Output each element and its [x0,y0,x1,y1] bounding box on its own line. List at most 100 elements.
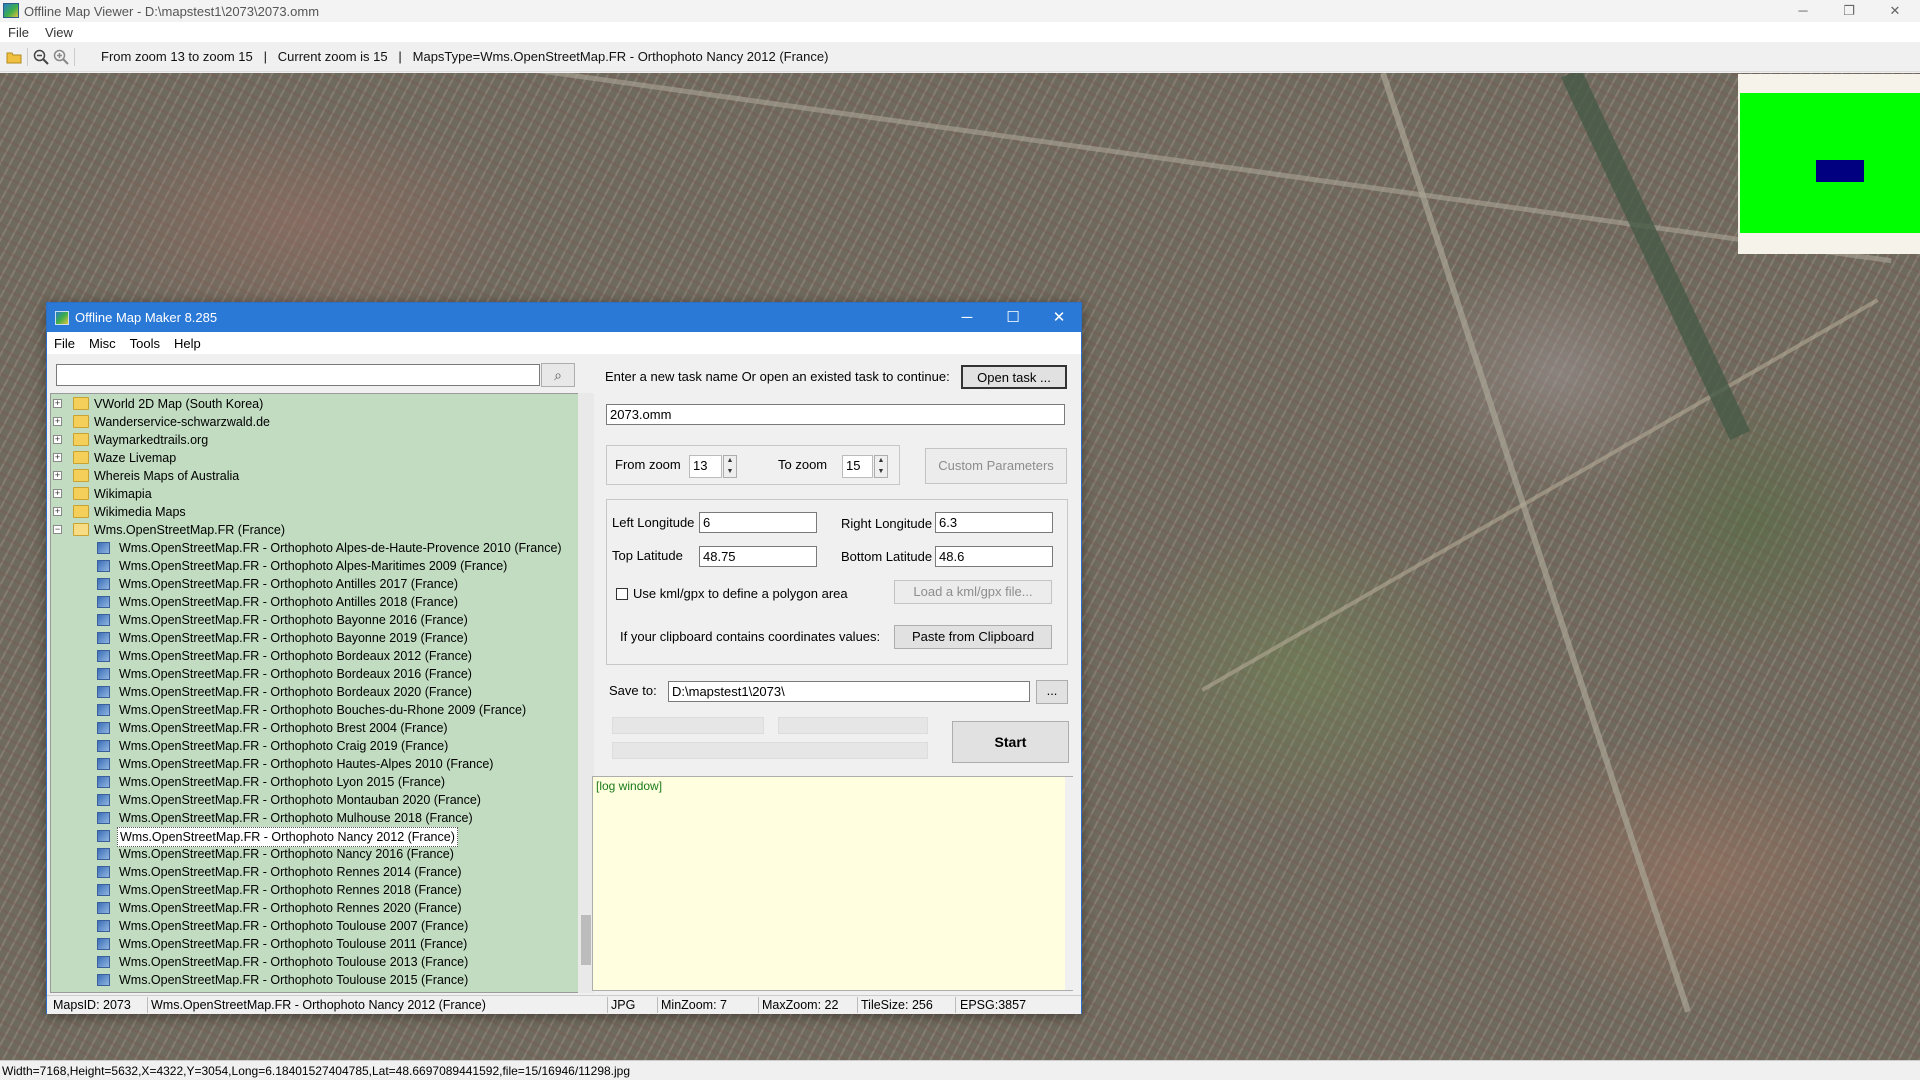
tree-item[interactable]: Wms.OpenStreetMap.FR - Orthophoto Alpes-… [51,539,571,557]
tree-item[interactable]: Wms.OpenStreetMap.FR - Orthophoto Mulhou… [51,809,571,827]
tree-item[interactable]: Wms.OpenStreetMap.FR - Orthophoto Craig … [51,737,571,755]
tree-item[interactable]: Wms.OpenStreetMap.FR - Orthophoto Brest … [51,719,571,737]
progress-bar [612,717,764,734]
expand-icon[interactable]: + [53,471,62,480]
expand-icon[interactable]: + [53,453,62,462]
tree-scrollbar-thumb[interactable] [581,915,591,965]
tree-item[interactable]: Wms.OpenStreetMap.FR - Orthophoto Bordea… [51,683,571,701]
log-window[interactable]: [log window] [592,776,1073,991]
to-zoom-spinner[interactable]: ▲ ▼ [874,455,888,478]
tree-item[interactable]: Wms.OpenStreetMap.FR - Orthophoto Toulou… [51,953,571,971]
dialog-close-button[interactable]: ✕ [1036,303,1082,332]
tree-item[interactable]: Wms.OpenStreetMap.FR - Orthophoto Montau… [51,791,571,809]
tree-item[interactable]: Wms.OpenStreetMap.FR - Orthophoto Bordea… [51,647,571,665]
tree-item[interactable]: Wms.OpenStreetMap.FR - Orthophoto Toulou… [51,935,571,953]
dialog-maximize-button[interactable]: ☐ [990,303,1036,332]
dialog-minimize-button[interactable]: ─ [944,303,990,332]
dialog-menu-misc[interactable]: Misc [82,336,123,351]
tree-item[interactable]: Wms.OpenStreetMap.FR - Orthophoto Nancy … [51,845,571,863]
to-zoom-input[interactable]: 15 [842,455,873,478]
dialog-menu-file[interactable]: File [47,336,82,351]
map-search-input[interactable] [56,364,540,386]
map-tree[interactable]: + VWorld 2D Map (South Korea) + Wanderserv… [50,393,580,993]
bottom-latitude-input[interactable]: 48.6 [935,546,1053,567]
right-longitude-input[interactable]: 6.3 [935,512,1053,533]
map-icon [97,848,110,860]
tree-item[interactable]: Wms.OpenStreetMap.FR - Orthophoto Lyon 2… [51,773,571,791]
search-button[interactable]: ⌕ [541,363,575,387]
zoom-in-icon[interactable] [51,47,71,67]
expand-icon[interactable]: + [53,399,62,408]
map-icon [97,740,110,752]
folder-icon [73,397,89,410]
spin-down-icon[interactable]: ▼ [875,467,887,478]
task-name-input[interactable]: 2073.omm [606,404,1065,425]
menu-file[interactable]: File [0,25,37,40]
expand-icon[interactable]: + [53,417,62,426]
spin-down-icon[interactable]: ▼ [724,467,736,478]
tree-folder-open[interactable]: − Wms.OpenStreetMap.FR (France) [51,521,551,539]
tree-item[interactable]: Wms.OpenStreetMap.FR - Orthophoto Bouche… [51,701,571,719]
start-button[interactable]: Start [952,721,1069,763]
tree-item[interactable]: Wms.OpenStreetMap.FR - Orthophoto Bordea… [51,665,571,683]
map-icon [97,632,110,644]
minimize-button[interactable]: ─ [1780,0,1826,22]
right-longitude-label: Right Longitude [841,516,933,531]
map-icon [97,704,110,716]
close-button[interactable]: ✕ [1872,0,1918,22]
kml-checkbox[interactable] [616,588,628,600]
tree-item[interactable]: Wms.OpenStreetMap.FR - Orthophoto Bayonn… [51,611,571,629]
open-task-button[interactable]: Open task ... [961,365,1067,389]
tree-item[interactable]: Wms.OpenStreetMap.FR - Orthophoto Toulou… [51,971,571,989]
zoom-out-icon[interactable] [31,47,51,67]
menu-view[interactable]: View [37,25,81,40]
tree-folder[interactable]: + VWorld 2D Map (South Korea) [51,395,551,413]
expand-icon[interactable]: + [53,435,62,444]
save-to-input[interactable]: D:\mapstest1\2073\ [668,681,1030,702]
tree-item[interactable]: Wms.OpenStreetMap.FR - Orthophoto Toulou… [51,917,571,935]
map-icon [97,902,110,914]
tree-item[interactable]: Wms.OpenStreetMap.FR - Orthophoto Alpes-… [51,557,571,575]
top-latitude-input[interactable]: 48.75 [699,546,817,567]
tree-folder[interactable]: + Waze Livemap [51,449,551,467]
left-longitude-input[interactable]: 6 [699,512,817,533]
folder-icon [73,415,89,428]
from-zoom-label: From zoom [615,457,681,472]
log-scrollbar[interactable] [1065,777,1081,990]
expand-icon[interactable]: + [53,489,62,498]
collapse-icon[interactable]: − [53,525,62,534]
tree-item[interactable]: Wms.OpenStreetMap.FR - Orthophoto Rennes… [51,881,571,899]
app-statusbar: Width=7168,Height=5632,X=4322,Y=3054,Lon… [0,1060,1920,1080]
progress-bar [612,742,928,759]
from-zoom-spinner[interactable]: ▲ ▼ [723,455,737,478]
map-icon [97,956,110,968]
tree-folder[interactable]: + Whereis Maps of Australia [51,467,551,485]
browse-button[interactable]: ... [1036,680,1068,704]
folder-icon [73,487,89,500]
tree-item[interactable]: Wms.OpenStreetMap.FR - Orthophoto Rennes… [51,863,571,881]
open-folder-icon[interactable] [4,47,24,67]
custom-parameters-button[interactable]: Custom Parameters [925,448,1067,484]
tree-folder[interactable]: + Wanderservice-schwarzwald.de [51,413,551,431]
map-icon [97,794,110,806]
tree-item[interactable]: Wms.OpenStreetMap.FR - Orthophoto Antill… [51,575,571,593]
tree-folder[interactable]: + Wikimapia [51,485,551,503]
tree-item[interactable]: Wms.OpenStreetMap.FR - Orthophoto Rennes… [51,899,571,917]
spin-up-icon[interactable]: ▲ [875,456,887,467]
tree-folder[interactable]: + Wikimedia Maps [51,503,551,521]
open-folder-icon [73,523,89,536]
tree-item[interactable]: Wms.OpenStreetMap.FR - Orthophoto Bayonn… [51,629,571,647]
tree-item[interactable]: Wms.OpenStreetMap.FR - Orthophoto Antill… [51,593,571,611]
expand-icon[interactable]: + [53,507,62,516]
tree-item[interactable]: Wms.OpenStreetMap.FR - Orthophoto Hautes… [51,755,571,773]
dialog-menu-help[interactable]: Help [167,336,208,351]
spin-up-icon[interactable]: ▲ [724,456,736,467]
paste-clipboard-button[interactable]: Paste from Clipboard [894,625,1052,649]
dialog-menu-tools[interactable]: Tools [123,336,167,351]
minimap-viewport[interactable] [1816,160,1864,182]
load-kml-button[interactable]: Load a kml/gpx file... [894,580,1052,604]
from-zoom-input[interactable]: 13 [689,455,722,478]
restore-button[interactable]: ❐ [1826,0,1872,22]
tree-folder[interactable]: + Waymarkedtrails.org [51,431,551,449]
tree-item-selected[interactable]: Wms.OpenStreetMap.FR - Orthophoto Nancy … [51,827,571,847]
